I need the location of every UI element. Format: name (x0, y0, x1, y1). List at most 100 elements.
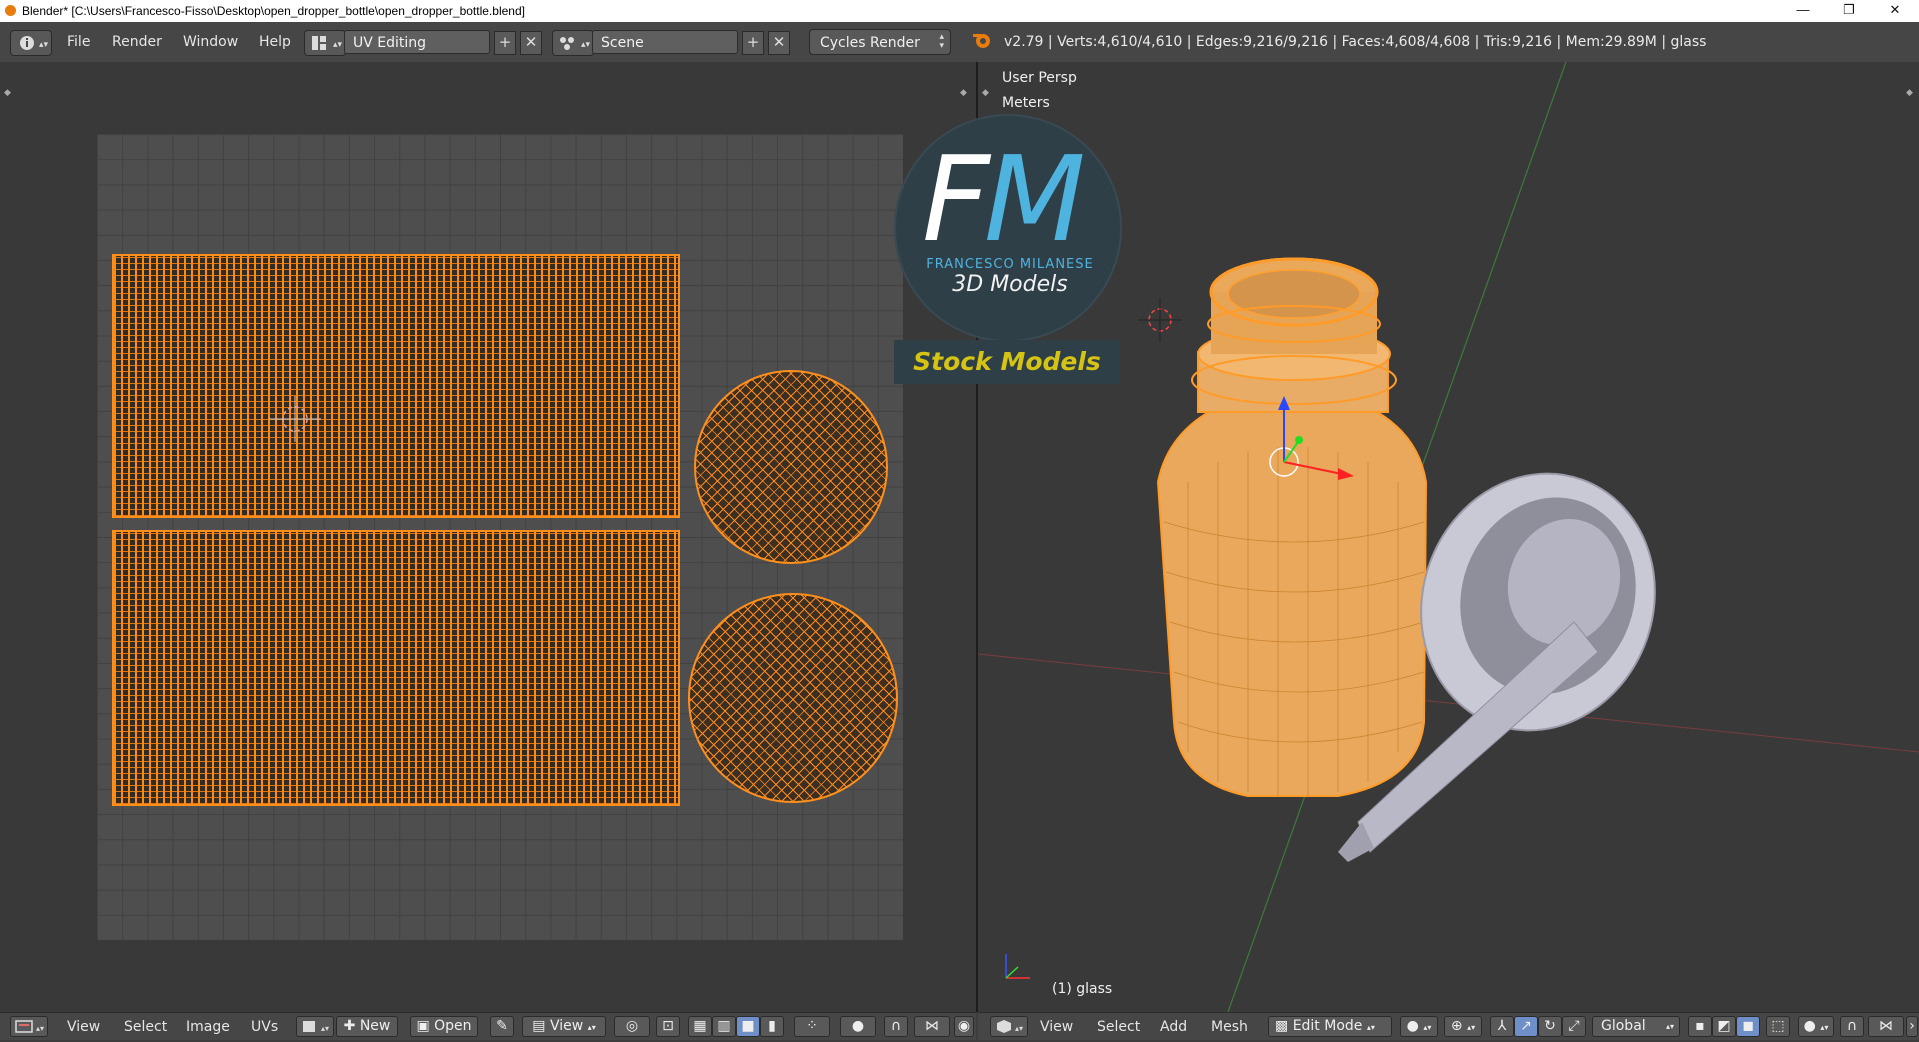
menu-file[interactable]: File (67, 34, 90, 50)
vp-menu-view[interactable]: View (1040, 1019, 1073, 1035)
region-toggle-right-icon[interactable]: ◆ (960, 88, 967, 98)
scene-statistics: v2.79 | Verts:4,610/4,610 | Edges:9,216/… (1004, 34, 1707, 50)
window-title: Blender* [C:\Users\Francesco-Fisso\Deskt… (22, 4, 525, 18)
folder-icon: ▣ (416, 1018, 430, 1034)
blender-icon (972, 30, 992, 50)
region-toggle-right-icon[interactable]: ◆ (1906, 88, 1913, 98)
view-mode-dropdown[interactable]: ▤ View ▴▾ (522, 1016, 606, 1037)
updown-arrows-icon: ▴▾ (1665, 1022, 1674, 1031)
pivot-point-icon[interactable]: ⊕ ▴▾ (1444, 1016, 1482, 1037)
window-title-bar: Blender* [C:\Users\Francesco-Fisso\Deskt… (0, 0, 1919, 22)
svg-text:▴▾: ▴▾ (39, 40, 49, 50)
pin-image-icon[interactable]: ✎ (490, 1016, 514, 1037)
uv-island-body-lower[interactable] (112, 530, 680, 806)
image-browse-icon: ▴▾ (303, 1021, 329, 1033)
region-toggle-left-icon[interactable]: ◆ (982, 88, 989, 98)
manipulator-toggle-icon[interactable]: ⅄ (1490, 1016, 1514, 1037)
layout-name-field[interactable]: UV Editing (344, 30, 490, 54)
uv-editor-header: ▴▾ View Select Image UVs ▴▾ ✚ New ▣ Open… (0, 1012, 976, 1040)
uv-menu-select[interactable]: Select (124, 1019, 167, 1035)
updown-arrows-icon: ▴▾ (1366, 1023, 1375, 1032)
bottle-mesh[interactable] (1156, 257, 1428, 797)
face-select-icon[interactable]: ■ (736, 1016, 760, 1037)
render-engine-dropdown[interactable]: Cycles Render ▴ ▾ (809, 29, 951, 55)
open-image-button[interactable]: ▣ Open (410, 1016, 478, 1037)
scene-button[interactable]: ▴▾ (552, 30, 594, 56)
info-icon: ▴▾ (20, 36, 49, 50)
uv-island-top-cap[interactable] (694, 370, 888, 564)
remove-layout-icon[interactable]: ✕ (520, 31, 542, 55)
screen-layout-button[interactable]: ▴▾ (304, 30, 346, 56)
uv-menu-image[interactable]: Image (186, 1019, 230, 1035)
snap-mode-icon[interactable]: ⋈ (914, 1016, 950, 1037)
active-object-label: (1) glass (1052, 981, 1113, 997)
translate-manipulator-icon[interactable]: ↗ (1514, 1016, 1538, 1037)
vp-menu-mesh[interactable]: Mesh (1211, 1019, 1248, 1035)
edge-select-icon[interactable]: ▥ (712, 1016, 736, 1037)
vp-menu-add[interactable]: Add (1160, 1019, 1187, 1035)
pivot-icon[interactable]: ◎ (614, 1016, 650, 1037)
menu-render[interactable]: Render (112, 34, 162, 50)
watermark-initial-f: F (922, 130, 990, 268)
editor-type-button[interactable]: ▴▾ (10, 30, 52, 56)
snap-toggle-icon[interactable]: ∩ (884, 1016, 908, 1037)
snap-element-icon[interactable]: ⋈ (1868, 1016, 1904, 1037)
updown-arrows-icon: ▴▾ (939, 32, 944, 51)
proportional-editing-icon[interactable]: ● ▴▾ (1798, 1016, 1834, 1037)
island-select-icon[interactable]: ▮ (760, 1016, 784, 1037)
vertex-select-mode-icon[interactable]: ▪ (1688, 1016, 1712, 1037)
remove-scene-icon[interactable]: ✕ (768, 31, 790, 55)
svg-text:▴▾: ▴▾ (321, 1024, 329, 1033)
uv-island-bottom-cap[interactable] (688, 593, 898, 803)
new-image-button[interactable]: ✚ New (336, 1016, 398, 1037)
edge-select-mode-icon[interactable]: ◩ (1712, 1016, 1736, 1037)
view-mode-label: View (549, 1018, 584, 1034)
uv-editor-type-button[interactable]: ▴▾ (10, 1016, 48, 1037)
viewport-header: ▴▾ View Select Add Mesh ▩ Edit Mode ▴▾ ●… (978, 1012, 1919, 1040)
svg-text:▴▾: ▴▾ (36, 1024, 44, 1033)
shading-mode-icon[interactable]: ● ▴▾ (1400, 1016, 1438, 1037)
open-image-label: Open (434, 1018, 472, 1034)
add-scene-icon[interactable]: + (742, 31, 764, 55)
transform-orientation-dropdown[interactable]: Global ▴▾ (1592, 1016, 1680, 1037)
overlay-icon[interactable]: ◉ (954, 1016, 974, 1037)
layout-icon: ▴▾ (312, 36, 343, 50)
interaction-mode-dropdown[interactable]: ▩ Edit Mode ▴▾ (1268, 1016, 1392, 1037)
3d-view-icon: ▴▾ (997, 1020, 1023, 1033)
add-layout-icon[interactable]: + (494, 31, 516, 55)
new-image-label: New (359, 1018, 391, 1034)
minimize-button[interactable]: — (1780, 0, 1826, 22)
image-browse-button[interactable]: ▴▾ (296, 1016, 334, 1037)
sticky-select-icon[interactable]: ⁘ (794, 1016, 830, 1037)
axis-widget-icon (1005, 954, 1030, 979)
face-select-mode-icon[interactable]: ◼ (1736, 1016, 1760, 1037)
units-label: Meters (1002, 95, 1050, 111)
close-button[interactable]: ✕ (1872, 0, 1918, 22)
region-toggle-left-icon[interactable]: ◆ (4, 88, 11, 98)
new-image-icon: ✚ (343, 1018, 356, 1034)
occlude-geometry-icon[interactable]: ⬚ (1766, 1016, 1790, 1037)
uv-grid-canvas[interactable] (97, 134, 903, 940)
menu-help[interactable]: Help (259, 34, 291, 50)
render-engine-label: Cycles Render (820, 35, 920, 51)
menu-window[interactable]: Window (183, 34, 238, 50)
interaction-mode-label: Edit Mode (1292, 1018, 1363, 1034)
view-perspective-label: User Persp (1002, 70, 1077, 86)
viewport-editor-type-button[interactable]: ▴▾ (990, 1016, 1028, 1037)
scene-name-field[interactable]: Scene (592, 30, 738, 54)
uv-island-body-upper[interactable] (112, 254, 680, 518)
scale-manipulator-icon[interactable]: ⤢ (1562, 1016, 1586, 1037)
snap-icon[interactable]: ∩ (1840, 1016, 1864, 1037)
vp-menu-select[interactable]: Select (1097, 1019, 1140, 1035)
rotate-manipulator-icon[interactable]: ↻ (1538, 1016, 1562, 1037)
maximize-button[interactable]: ❐ (1826, 0, 1872, 22)
watermark-tagline: 3D Models (952, 272, 1068, 297)
sync-selection-icon[interactable]: ⊡ (656, 1016, 680, 1037)
proportional-edit-icon[interactable]: ● (840, 1016, 876, 1037)
more-tools-icon[interactable]: › (1906, 1016, 1918, 1037)
3d-cursor-icon (1138, 298, 1182, 342)
vertex-select-icon[interactable]: ▦ (688, 1016, 712, 1037)
edit-mode-icon: ▩ (1275, 1018, 1289, 1034)
uv-menu-uvs[interactable]: UVs (251, 1019, 278, 1035)
uv-menu-view[interactable]: View (67, 1019, 100, 1035)
